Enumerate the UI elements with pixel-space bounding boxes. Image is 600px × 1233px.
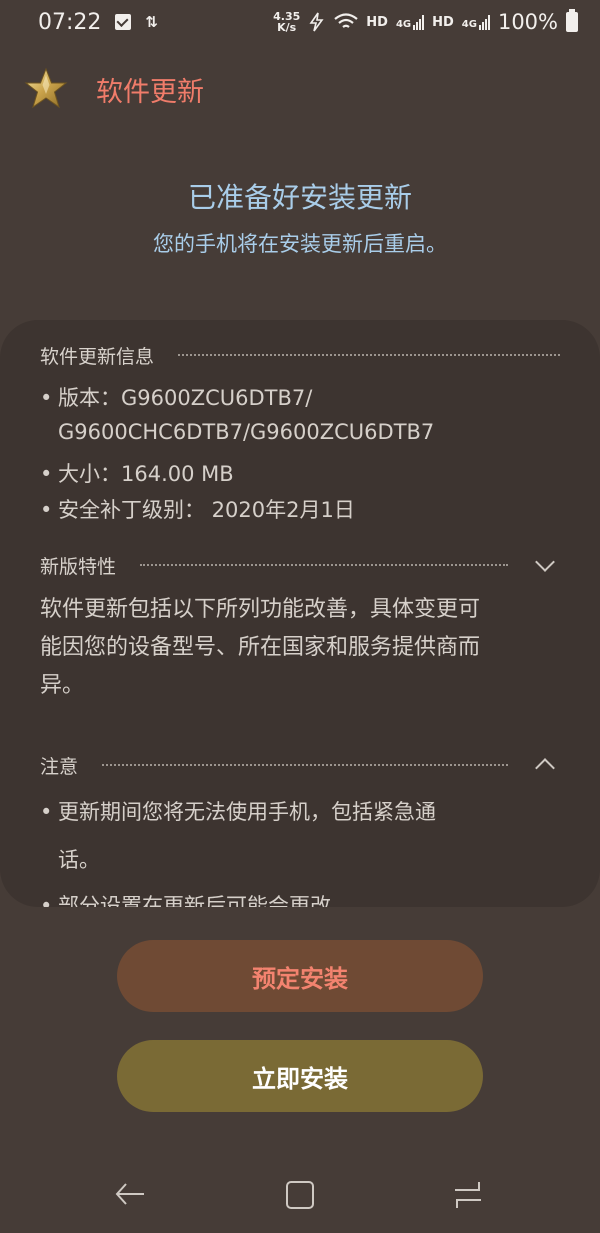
bullet: • <box>40 386 53 410</box>
dotted-divider <box>140 564 508 566</box>
version-row-continued: G9600CHC6DTB7/G9600ZCU6DTB7 <box>58 420 434 444</box>
features-body-line: 能因您的设备型号、所在国家和服务提供商而 <box>40 635 481 660</box>
note-1-line-1: 更新期间您将无法使用手机，包括紧急通 <box>58 800 436 824</box>
features-body: 软件更新包括以下所列功能改善，具体变更可 能因您的设备型号、所在国家和服务提供商… <box>40 591 560 705</box>
size-text: 大小：164.00 MB <box>58 462 234 486</box>
back-button[interactable] <box>106 1170 156 1220</box>
hd-label-2: HD <box>432 14 454 30</box>
navigation-bar <box>0 1160 600 1230</box>
bullet: • <box>40 498 53 522</box>
version-row: • 版本：G9600ZCU6DTB7/ <box>40 382 312 412</box>
signal-bars-icon <box>478 14 490 30</box>
schedule-install-button[interactable]: 预定安装 <box>117 940 483 1012</box>
install-now-button[interactable]: 立即安装 <box>117 1040 483 1112</box>
security-patch-text: 安全补丁级别： 2020年2月1日 <box>58 498 355 522</box>
star-badge-icon <box>24 67 68 109</box>
hd-label-1: HD <box>366 14 388 30</box>
note-row-2: • 部分设置在更新后可能会更改。 <box>40 890 352 907</box>
chevron-down-icon[interactable] <box>530 552 560 575</box>
features-body-line: 软件更新包括以下所列功能改善，具体变更可 <box>40 597 481 622</box>
network-speed-unit: K/s <box>277 21 297 34</box>
battery-percent: 100% <box>497 10 558 34</box>
bullet: • <box>40 800 53 824</box>
note-row-1-continued: 话。 <box>58 844 100 874</box>
status-bar: 07:22 ⇅ 4.35 K/s HD 4G HD 4G 100% <box>0 0 600 44</box>
checkbox-notification-icon <box>115 14 132 30</box>
version-line-2: G9600CHC6DTB7/G9600ZCU6DTB7 <box>58 420 435 444</box>
home-button[interactable] <box>275 1170 325 1220</box>
size-row: • 大小：164.00 MB <box>40 458 234 488</box>
features-section-title: 新版特性 <box>40 555 117 578</box>
home-square-icon <box>286 1181 314 1209</box>
update-details-card[interactable]: 软件更新信息 • 版本：G9600ZCU6DTB7/ G9600CHC6DTB7/… <box>0 320 600 907</box>
data-transfer-icon: ⇅ <box>145 13 157 31</box>
dotted-divider <box>178 354 560 356</box>
recent-apps-icon <box>455 1182 481 1208</box>
note-1-line-2: 话。 <box>58 848 100 872</box>
page-title: 软件更新 <box>96 76 204 108</box>
note-row-1: • 更新期间您将无法使用手机，包括紧急通 <box>40 796 436 826</box>
network-speed: 4.35 K/s <box>273 11 300 33</box>
info-section-title: 软件更新信息 <box>40 345 155 368</box>
battery-icon <box>566 9 578 32</box>
dotted-divider <box>102 764 508 766</box>
back-arrow-icon <box>115 1183 144 1205</box>
lte-label-1: 4G <box>395 19 412 30</box>
signal-bars-icon <box>413 14 425 30</box>
lte-signal-2: 4G <box>462 14 490 30</box>
restart-notice: 您的手机将在安装更新后重启。 <box>153 232 447 256</box>
features-body-line: 异。 <box>40 673 85 698</box>
lte-label-2: 4G <box>461 19 477 30</box>
software-update-screen: 07:22 ⇅ 4.35 K/s HD 4G HD 4G 100% 软件更新 已… <box>0 0 600 1233</box>
info-section-header: 软件更新信息 <box>40 340 560 370</box>
status-bar-left: 07:22 ⇅ <box>38 9 158 35</box>
notes-section-title: 注意 <box>40 755 79 778</box>
chevron-up-icon[interactable] <box>530 755 560 778</box>
status-bar-right: 4.35 K/s HD 4G HD 4G 100% <box>273 9 578 34</box>
charging-bolt-icon <box>309 12 324 32</box>
app-header: 软件更新 <box>24 64 204 114</box>
status-time: 07:22 <box>38 9 102 35</box>
notes-section-header[interactable]: 注意 <box>40 750 560 780</box>
security-patch-row: • 安全补丁级别： 2020年2月1日 <box>40 494 355 524</box>
bullet: • <box>40 894 53 907</box>
update-ready-heading: 已准备好安装更新 <box>187 181 412 214</box>
lte-signal-1: 4G <box>395 14 425 30</box>
recent-apps-button[interactable] <box>443 1170 493 1220</box>
note-2-line-1: 部分设置在更新后可能会更改。 <box>58 894 352 907</box>
bullet: • <box>40 462 53 486</box>
version-line-1: 版本：G9600ZCU6DTB7/ <box>58 386 313 410</box>
features-section-header[interactable]: 新版特性 <box>40 550 560 580</box>
wifi-icon <box>334 13 358 28</box>
